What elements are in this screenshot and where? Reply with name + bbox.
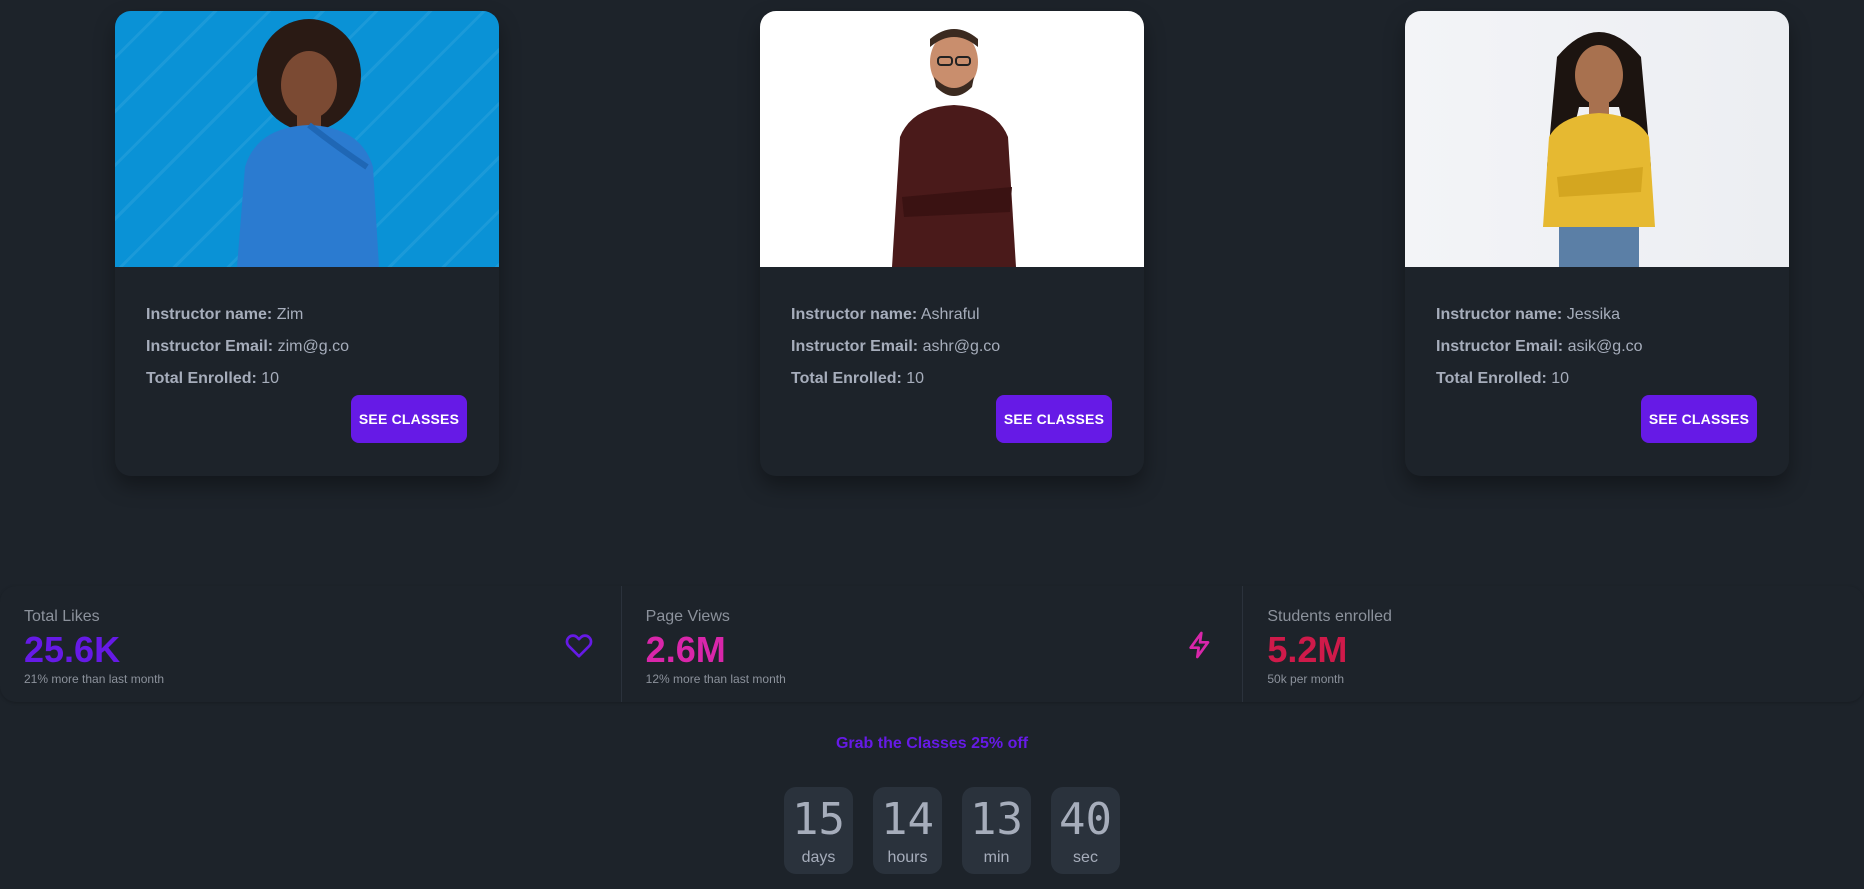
instructor-card: Instructor name: Jessika Instructor Emai… (1405, 11, 1789, 476)
countdown-value: 15 (792, 794, 845, 845)
stat-title: Page Views (645, 608, 730, 625)
stats-panel: Total Likes 25.6K 21% more than last mon… (0, 586, 1864, 702)
total-enrolled: Total Enrolled: 10 (146, 370, 280, 387)
instructor-card: Instructor name: Ashraful Instructor Ema… (760, 11, 1144, 476)
bolt-icon (1189, 631, 1210, 659)
person-illustration (237, 19, 379, 267)
countdown-label: sec (1073, 849, 1098, 866)
instructor-name: Instructor name: Jessika (1436, 306, 1621, 323)
stat-desc: 50k per month (1267, 672, 1345, 686)
total-enrolled: Total Enrolled: 10 (1436, 370, 1570, 387)
see-classes-button[interactable]: SEE CLASSES (1641, 395, 1757, 443)
instructor-photo (115, 11, 499, 267)
countdown-hours: 14 hours (873, 787, 942, 874)
stat-value: 2.6M (645, 629, 726, 670)
stat-title: Students enrolled (1267, 608, 1392, 625)
stat-value: 25.6K (24, 629, 121, 670)
see-classes-button[interactable]: SEE CLASSES (351, 395, 467, 443)
instructor-cards: Instructor name: Zim Instructor Email: z… (0, 11, 1864, 476)
stat-desc: 12% more than last month (645, 672, 786, 686)
stat-total-likes: Total Likes 25.6K 21% more than last mon… (0, 586, 621, 702)
stat-page-views: Page Views 2.6M 12% more than last month (620, 586, 1243, 702)
person-illustration (892, 29, 1016, 267)
instructor-email: Instructor Email: zim@g.co (146, 338, 349, 355)
total-enrolled: Total Enrolled: 10 (791, 370, 925, 387)
countdown-minutes: 13 min (962, 787, 1031, 874)
instructor-photo (1405, 11, 1789, 267)
instructor-photo (760, 11, 1144, 267)
countdown-value: 40 (1059, 794, 1112, 845)
instructor-name: Instructor name: Ashraful (791, 306, 980, 323)
countdown-label: min (983, 849, 1010, 866)
promo-heading: Grab the Classes 25% off (835, 735, 1029, 752)
countdown-seconds: 40 sec (1051, 787, 1120, 874)
countdown-timer: 15 days 14 hours 13 min 40 sec (784, 787, 1120, 874)
heart-icon (565, 634, 592, 658)
stat-value: 5.2M (1267, 629, 1348, 670)
instructor-email: Instructor Email: asik@g.co (1436, 338, 1643, 355)
instructor-name: Instructor name: Zim (146, 306, 304, 323)
stat-title: Total Likes (24, 608, 100, 625)
countdown-days: 15 days (784, 787, 853, 874)
countdown-value: 13 (970, 794, 1023, 845)
see-classes-button[interactable]: SEE CLASSES (996, 395, 1112, 443)
instructor-card: Instructor name: Zim Instructor Email: z… (115, 11, 499, 476)
countdown-value: 14 (881, 794, 934, 845)
stat-desc: 21% more than last month (24, 672, 165, 686)
instructor-email: Instructor Email: ashr@g.co (791, 338, 1001, 355)
countdown-label: days (801, 849, 836, 866)
person-illustration (1543, 32, 1655, 267)
stat-students-enrolled: Students enrolled 5.2M 50k per month (1242, 586, 1864, 702)
countdown-label: hours (887, 849, 928, 866)
